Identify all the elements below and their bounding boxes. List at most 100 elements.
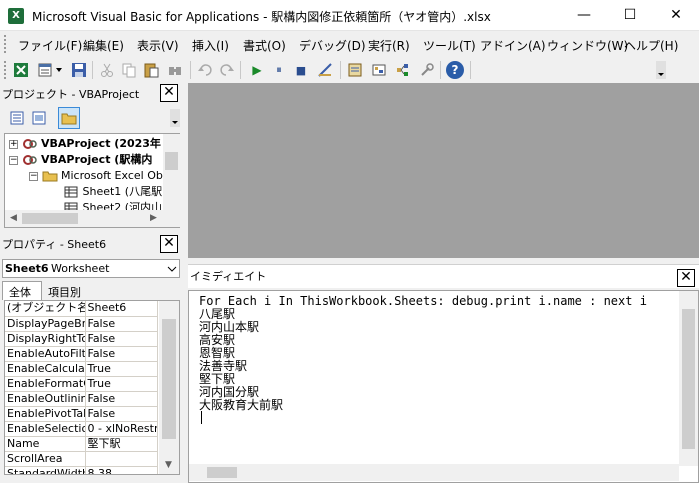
menu-format[interactable]: 書式(O) — [243, 37, 286, 54]
property-row[interactable]: EnableFormatConditionsCalculationTrue — [5, 376, 158, 392]
property-value[interactable]: Sheet6 — [85, 301, 158, 317]
property-value[interactable]: False — [85, 331, 158, 347]
property-value[interactable]: True — [85, 376, 158, 392]
property-value[interactable]: 0 - xlNoRestrictions — [85, 421, 158, 437]
property-row[interactable]: EnableOutliningFalse — [5, 391, 158, 407]
property-row[interactable]: EnableCalculationTrue — [5, 361, 158, 377]
tree-node-vbaproject-2[interactable]: − VBAProject (駅構内 — [9, 152, 152, 167]
project-hscrollbar[interactable]: ◀ ▶ — [5, 210, 180, 227]
run-icon[interactable]: ▶ — [248, 61, 266, 79]
property-row[interactable]: (オブジェクト名) Sheet6 — [5, 301, 158, 317]
tab-categorized[interactable]: 項目別 — [42, 283, 90, 300]
property-row[interactable]: EnablePivotTableFalse — [5, 406, 158, 422]
property-row[interactable]: ScrollArea — [5, 451, 158, 467]
property-value[interactable]: False — [85, 406, 158, 422]
stop-icon[interactable]: ■ — [292, 61, 310, 79]
toolbox-icon[interactable] — [418, 61, 436, 79]
find-icon[interactable] — [166, 61, 184, 79]
redo-icon[interactable] — [218, 61, 236, 79]
project-explorer-icon[interactable] — [346, 61, 364, 79]
property-row[interactable]: DisplayRightToLeftFalse — [5, 331, 158, 347]
property-value[interactable] — [85, 451, 158, 467]
property-value[interactable]: 堅下駅 — [85, 436, 158, 452]
menu-debug[interactable]: デバッグ(D) — [299, 37, 366, 54]
tree-node-excel-objects[interactable]: − Microsoft Excel Ob — [29, 168, 163, 183]
tree-node-vbaproject-1[interactable]: + VBAProject (2023年 — [9, 136, 161, 151]
project-vscrollbar[interactable] — [163, 134, 180, 210]
property-value[interactable]: 8.38 — [85, 466, 158, 474]
property-row[interactable]: Name 堅下駅 — [5, 436, 158, 452]
menu-tools[interactable]: ツール(T) — [423, 37, 476, 54]
menu-view[interactable]: 表示(V) — [137, 37, 179, 54]
property-row[interactable]: EnableAutoFilterFalse — [5, 346, 158, 362]
view-excel-icon[interactable] — [12, 61, 30, 79]
view-code-icon[interactable] — [8, 109, 26, 127]
tree-node-sheet2[interactable]: Sheet2 (河内山 — [63, 200, 162, 210]
scroll-left-icon[interactable]: ◀ — [5, 210, 22, 227]
property-value[interactable]: True — [85, 361, 158, 377]
tree-label: VBAProject (駅構内 — [41, 153, 153, 166]
tab-alphabetic[interactable]: 全体 — [2, 281, 42, 300]
menu-insert[interactable]: 挿入(I) — [192, 37, 229, 54]
property-row[interactable]: StandardWidth 8.38 — [5, 466, 158, 474]
scroll-down-icon[interactable]: ▼ — [160, 457, 177, 474]
toolbar-separator — [440, 61, 441, 79]
menu-addins[interactable]: アドイン(A) — [480, 37, 546, 54]
immediate-vscrollbar[interactable] — [679, 291, 698, 466]
menu-run[interactable]: 実行(R) — [368, 37, 410, 54]
paste-icon[interactable] — [142, 61, 160, 79]
tree-node-sheet1[interactable]: Sheet1 (八尾駅 — [63, 184, 162, 199]
property-row[interactable]: DisplayPageBreaksFalse — [5, 316, 158, 332]
insert-module-icon[interactable] — [36, 61, 54, 79]
menu-file[interactable]: ファイル(F) — [18, 37, 82, 54]
tree-label: Microsoft Excel Ob — [61, 169, 163, 182]
properties-vscrollbar[interactable]: ▼ — [159, 301, 179, 474]
toolbar-options-icon[interactable] — [656, 61, 666, 79]
scroll-thumb[interactable] — [22, 213, 78, 224]
scroll-thumb[interactable] — [682, 309, 695, 449]
menu-edit[interactable]: 編集(E) — [83, 37, 124, 54]
toolbar-grip[interactable] — [4, 61, 8, 79]
scroll-thumb[interactable] — [165, 152, 178, 170]
save-icon[interactable] — [70, 61, 88, 79]
property-value[interactable]: False — [85, 391, 158, 407]
tree-label: Sheet2 (河内山 — [82, 201, 163, 210]
property-value[interactable]: False — [85, 346, 158, 362]
collapse-minus-icon[interactable]: − — [29, 171, 38, 181]
menu-grip[interactable] — [4, 35, 8, 53]
immediate-hscrollbar[interactable] — [189, 464, 679, 481]
cut-icon[interactable] — [98, 61, 116, 79]
scroll-right-icon[interactable]: ▶ — [145, 210, 162, 227]
close-window-button[interactable]: ✕ — [653, 0, 699, 31]
properties-grid[interactable]: (オブジェクト名)Sheet6DisplayPageBreaksFalseDis… — [4, 300, 180, 475]
toggle-folders-icon[interactable] — [58, 107, 80, 129]
collapse-minus-icon[interactable]: − — [9, 155, 18, 165]
undo-icon[interactable] — [196, 61, 214, 79]
pane-toolbar-options-icon[interactable] — [170, 109, 180, 127]
property-value[interactable]: False — [85, 316, 158, 332]
menu-window[interactable]: ウィンドウ(W) — [547, 37, 628, 54]
object-browser-icon[interactable] — [394, 61, 412, 79]
property-row[interactable]: EnableSelection0 - xlNoRestrictions — [5, 421, 158, 437]
help-icon[interactable]: ? — [446, 61, 464, 79]
copy-icon[interactable] — [120, 61, 138, 79]
scroll-thumb[interactable] — [162, 319, 176, 439]
immediate-close-button[interactable]: ✕ — [677, 269, 695, 287]
project-close-button[interactable]: ✕ — [160, 84, 178, 102]
scroll-thumb[interactable] — [207, 467, 237, 478]
properties-window-icon[interactable] — [370, 61, 388, 79]
menu-help[interactable]: ヘルプ(H) — [624, 37, 678, 54]
chevron-down-icon[interactable] — [167, 265, 177, 273]
property-name: DisplayRightToLeft — [5, 331, 86, 347]
immediate-window[interactable]: For Each i In ThisWorkbook.Sheets: debug… — [188, 290, 699, 483]
properties-close-button[interactable]: ✕ — [160, 235, 178, 253]
design-mode-icon[interactable] — [316, 61, 334, 79]
object-selector[interactable]: Sheet6 Worksheet — [2, 259, 180, 278]
pause-icon[interactable]: ⏸ — [270, 61, 288, 79]
maximize-button[interactable]: ☐ — [607, 0, 653, 31]
view-object-icon[interactable] — [30, 109, 48, 127]
expand-plus-icon[interactable]: + — [9, 139, 18, 149]
minimize-button[interactable]: — — [561, 0, 607, 31]
dropdown-arrow-icon[interactable] — [54, 61, 64, 79]
project-tree[interactable]: + VBAProject (2023年 − VBAProject (駅構内 − … — [4, 133, 180, 228]
